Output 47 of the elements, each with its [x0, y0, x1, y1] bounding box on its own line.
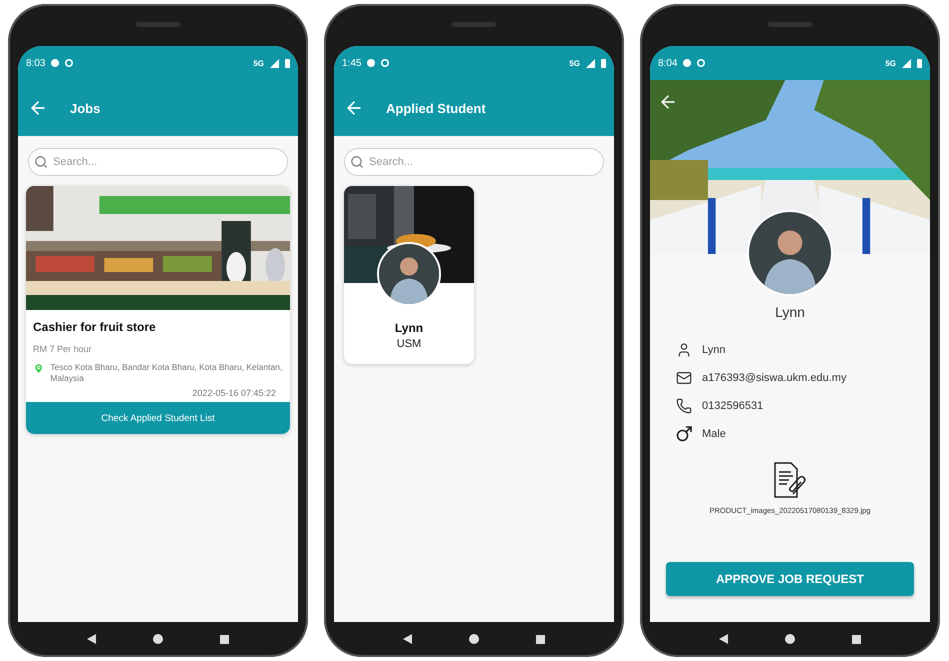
profile-name: Lynn: [774, 304, 806, 320]
signal-icon: [270, 58, 279, 68]
detail-text: Lynn: [702, 344, 726, 356]
status-time: 8:04: [658, 58, 678, 68]
battery-icon: [917, 58, 922, 68]
job-card[interactable]: Cashier for fruit store RM 7 Per hour Tesco Kota Bharu, Bandar Kota Bharu, Kota Bharu, Kelantan, Malaysia 2022-05-16 07:45:22 Check Applied Student List: [26, 186, 290, 434]
screen-title: Jobs: [70, 100, 100, 116]
job-location: Tesco Kota Bharu, Bandar Kota Bharu, Kota Bharu, Kelantan, Malaysia: [50, 362, 283, 384]
mail-icon: [676, 370, 692, 386]
status-time: 1:45: [342, 58, 362, 68]
approve-button[interactable]: APPROVE JOB REQUEST: [666, 562, 914, 596]
signal-icon: [902, 58, 911, 68]
male-symbol-icon: [676, 426, 692, 442]
search-icon: [350, 155, 364, 169]
home-nav-icon[interactable]: [784, 634, 795, 644]
back-nav-icon[interactable]: [402, 634, 412, 644]
search-field[interactable]: Search...: [28, 148, 288, 176]
screen-title: Applied Student: [386, 100, 486, 116]
network-type: 5G: [569, 58, 580, 68]
battery-icon: [285, 58, 290, 68]
network-type: 5G: [253, 58, 264, 68]
recents-nav-icon[interactable]: [536, 634, 546, 644]
back-nav-icon[interactable]: [86, 634, 96, 644]
search-field[interactable]: Search...: [344, 148, 604, 176]
check-students-button[interactable]: Check Applied Student List: [26, 402, 290, 434]
home-nav-icon[interactable]: [468, 634, 479, 644]
search-icon: [34, 155, 48, 169]
recents-nav-icon[interactable]: [852, 634, 862, 644]
home-nav-icon[interactable]: [152, 634, 163, 644]
location-pin-icon: [33, 362, 44, 375]
job-pay: RM 7 Per hour: [32, 343, 93, 356]
battery-icon: [601, 58, 606, 68]
job-date: 2022-05-16 07:45:22: [191, 387, 277, 400]
signal-icon: [586, 58, 595, 68]
recents-nav-icon[interactable]: [220, 634, 230, 644]
status-time: 8:03: [26, 58, 46, 68]
person-icon: [676, 342, 692, 358]
detail-text: a176393@siswa.ukm.edu.my: [702, 372, 846, 384]
student-name: Lynn: [394, 321, 424, 335]
phone-icon: [676, 398, 692, 414]
document-attachment-icon[interactable]: [773, 462, 807, 498]
student-school: USM: [396, 338, 422, 350]
back-nav-icon[interactable]: [718, 634, 728, 644]
detail-text: Male: [702, 428, 726, 440]
detail-text: 0132596531: [702, 400, 764, 412]
job-title: Cashier for fruit store: [32, 319, 157, 336]
network-type: 5G: [885, 58, 896, 68]
